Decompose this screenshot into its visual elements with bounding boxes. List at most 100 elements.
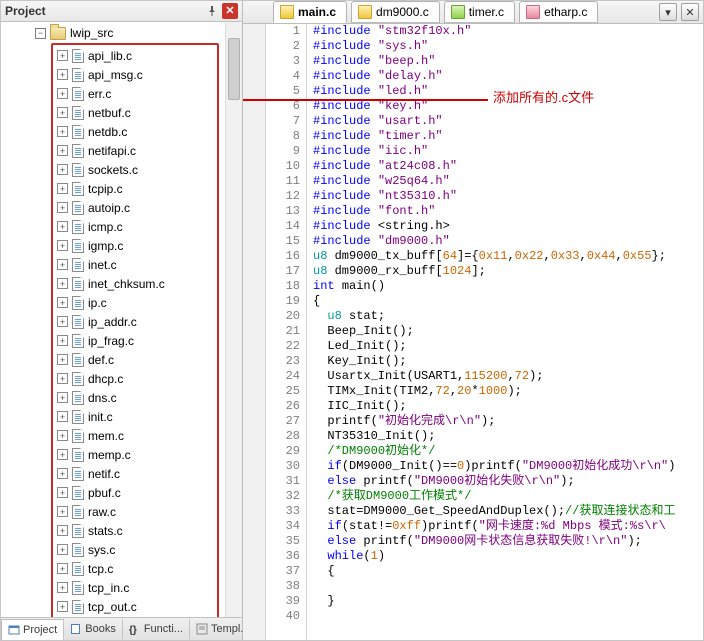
pin-icon[interactable] <box>204 3 220 19</box>
code-line[interactable]: { <box>313 294 703 309</box>
code-line[interactable]: #include "w25q64.h" <box>313 174 703 189</box>
scrollbar-thumb[interactable] <box>228 38 240 100</box>
code-line[interactable]: #include "usart.h" <box>313 114 703 129</box>
tree-file-item[interactable]: +sockets.c <box>53 160 217 179</box>
bottom-tab[interactable]: {}Functi... <box>123 619 190 639</box>
tree-file-item[interactable]: +api_lib.c <box>53 46 217 65</box>
tree-file-item[interactable]: +dhcp.c <box>53 369 217 388</box>
tree-file-item[interactable]: +tcp.c <box>53 559 217 578</box>
code-line[interactable]: #include "nt35310.h" <box>313 189 703 204</box>
expand-icon[interactable]: + <box>57 297 68 308</box>
expand-icon[interactable]: + <box>57 354 68 365</box>
expand-icon[interactable]: + <box>57 50 68 61</box>
tree-file-item[interactable]: +icmp.c <box>53 217 217 236</box>
tree-file-item[interactable]: +tcp_in.c <box>53 578 217 597</box>
tree-file-item[interactable]: +def.c <box>53 350 217 369</box>
expand-icon[interactable]: + <box>57 259 68 270</box>
expand-icon[interactable]: + <box>57 430 68 441</box>
code-line[interactable]: u8 dm9000_rx_buff[1024]; <box>313 264 703 279</box>
tree-file-item[interactable]: +stats.c <box>53 521 217 540</box>
close-icon[interactable]: ✕ <box>222 3 238 19</box>
expand-icon[interactable]: + <box>57 164 68 175</box>
expand-icon[interactable]: + <box>57 487 68 498</box>
tree-file-item[interactable]: +tcpip.c <box>53 179 217 198</box>
tree-file-item[interactable]: +netdb.c <box>53 122 217 141</box>
tree-file-item[interactable]: +memp.c <box>53 445 217 464</box>
code-line[interactable]: #include "led.h" <box>313 84 703 99</box>
code-line[interactable]: #include "stm32f10x.h" <box>313 24 703 39</box>
expand-icon[interactable]: + <box>57 582 68 593</box>
code-line[interactable]: stat=DM9000_Get_SpeedAndDuplex();//获取连接状… <box>313 504 703 519</box>
code-line[interactable]: #include "iic.h" <box>313 144 703 159</box>
code-line[interactable]: #include "delay.h" <box>313 69 703 84</box>
tree-folder[interactable]: − lwip_src <box>1 24 242 42</box>
code-line[interactable]: #include <string.h> <box>313 219 703 234</box>
expand-icon[interactable]: + <box>57 88 68 99</box>
tree-file-item[interactable]: +netifapi.c <box>53 141 217 160</box>
expand-icon[interactable]: + <box>57 601 68 612</box>
tree-file-item[interactable]: +timers.c <box>53 616 217 617</box>
tree-file-item[interactable]: +sys.c <box>53 540 217 559</box>
expand-icon[interactable]: + <box>57 240 68 251</box>
tree-file-item[interactable]: +api_msg.c <box>53 65 217 84</box>
code-content[interactable]: #include "stm32f10x.h"#include "sys.h"#i… <box>307 24 703 640</box>
code-line[interactable]: /*DM9000初始化*/ <box>313 444 703 459</box>
expand-icon[interactable]: + <box>57 335 68 346</box>
editor-tab[interactable]: timer.c <box>444 1 515 23</box>
tree-file-item[interactable]: +err.c <box>53 84 217 103</box>
code-line[interactable]: #include "sys.h" <box>313 39 703 54</box>
code-line[interactable]: Beep_Init(); <box>313 324 703 339</box>
expand-icon[interactable]: + <box>57 392 68 403</box>
editor-tab[interactable]: main.c <box>273 1 347 23</box>
code-line[interactable]: /*获取DM9000工作模式*/ <box>313 489 703 504</box>
expand-icon[interactable]: + <box>57 449 68 460</box>
code-line[interactable]: Usartx_Init(USART1,115200,72); <box>313 369 703 384</box>
project-tree[interactable]: − lwip_src +api_lib.c+api_msg.c+err.c +ne… <box>1 22 242 617</box>
tree-file-item[interactable]: +mem.c <box>53 426 217 445</box>
tab-close-icon[interactable]: ✕ <box>681 3 699 21</box>
tree-file-item[interactable]: +inet.c <box>53 255 217 274</box>
expand-icon[interactable]: + <box>57 126 68 137</box>
tree-file-item[interactable]: +pbuf.c <box>53 483 217 502</box>
expand-icon[interactable]: + <box>57 525 68 536</box>
code-line[interactable]: else printf("DM9000网卡状态信息获取失败!\r\n"); <box>313 534 703 549</box>
tree-file-item[interactable]: +ip_addr.c <box>53 312 217 331</box>
code-line[interactable]: printf("初始化完成\r\n"); <box>313 414 703 429</box>
code-line[interactable]: NT35310_Init(); <box>313 429 703 444</box>
code-line[interactable]: if(DM9000_Init()==0)printf("DM9000初始化成功\… <box>313 459 703 474</box>
code-line[interactable]: Key_Init(); <box>313 354 703 369</box>
expand-icon[interactable]: + <box>57 69 68 80</box>
expand-icon[interactable]: + <box>57 411 68 422</box>
expand-icon[interactable]: + <box>57 544 68 555</box>
code-line[interactable] <box>313 609 703 624</box>
expand-icon[interactable]: + <box>57 373 68 384</box>
tree-file-item[interactable]: +igmp.c <box>53 236 217 255</box>
tree-file-item[interactable]: +inet_chksum.c <box>53 274 217 293</box>
code-line[interactable]: int main() <box>313 279 703 294</box>
editor-tab[interactable]: dm9000.c <box>351 1 440 23</box>
code-line[interactable]: while(1) <box>313 549 703 564</box>
expand-icon[interactable]: + <box>57 468 68 479</box>
expand-icon[interactable]: + <box>57 202 68 213</box>
tree-file-item[interactable]: +netif.c <box>53 464 217 483</box>
expand-icon[interactable]: + <box>57 221 68 232</box>
tree-file-item[interactable]: +tcp_out.c <box>53 597 217 616</box>
expand-icon[interactable]: + <box>57 316 68 327</box>
editor-tab[interactable]: etharp.c <box>519 1 598 23</box>
code-line[interactable]: #include "at24c08.h" <box>313 159 703 174</box>
code-line[interactable]: u8 stat; <box>313 309 703 324</box>
code-line[interactable]: u8 dm9000_tx_buff[64]={0x11,0x22,0x33,0x… <box>313 249 703 264</box>
code-line[interactable]: #include "key.h" <box>313 99 703 114</box>
expand-icon[interactable]: + <box>57 107 68 118</box>
code-line[interactable]: #include "beep.h" <box>313 54 703 69</box>
code-line[interactable]: #include "timer.h" <box>313 129 703 144</box>
code-line[interactable]: #include "font.h" <box>313 204 703 219</box>
bottom-tab[interactable]: Books <box>64 619 123 639</box>
code-line[interactable]: else printf("DM9000初始化失败\r\n"); <box>313 474 703 489</box>
code-line[interactable]: if(stat!=0xff)printf("网卡速度:%d Mbps 模式:%s… <box>313 519 703 534</box>
tree-file-item[interactable]: +ip.c <box>53 293 217 312</box>
tree-file-item[interactable]: +ip_frag.c <box>53 331 217 350</box>
code-line[interactable]: IIC_Init(); <box>313 399 703 414</box>
collapse-icon[interactable]: − <box>35 28 46 39</box>
expand-icon[interactable]: + <box>57 278 68 289</box>
